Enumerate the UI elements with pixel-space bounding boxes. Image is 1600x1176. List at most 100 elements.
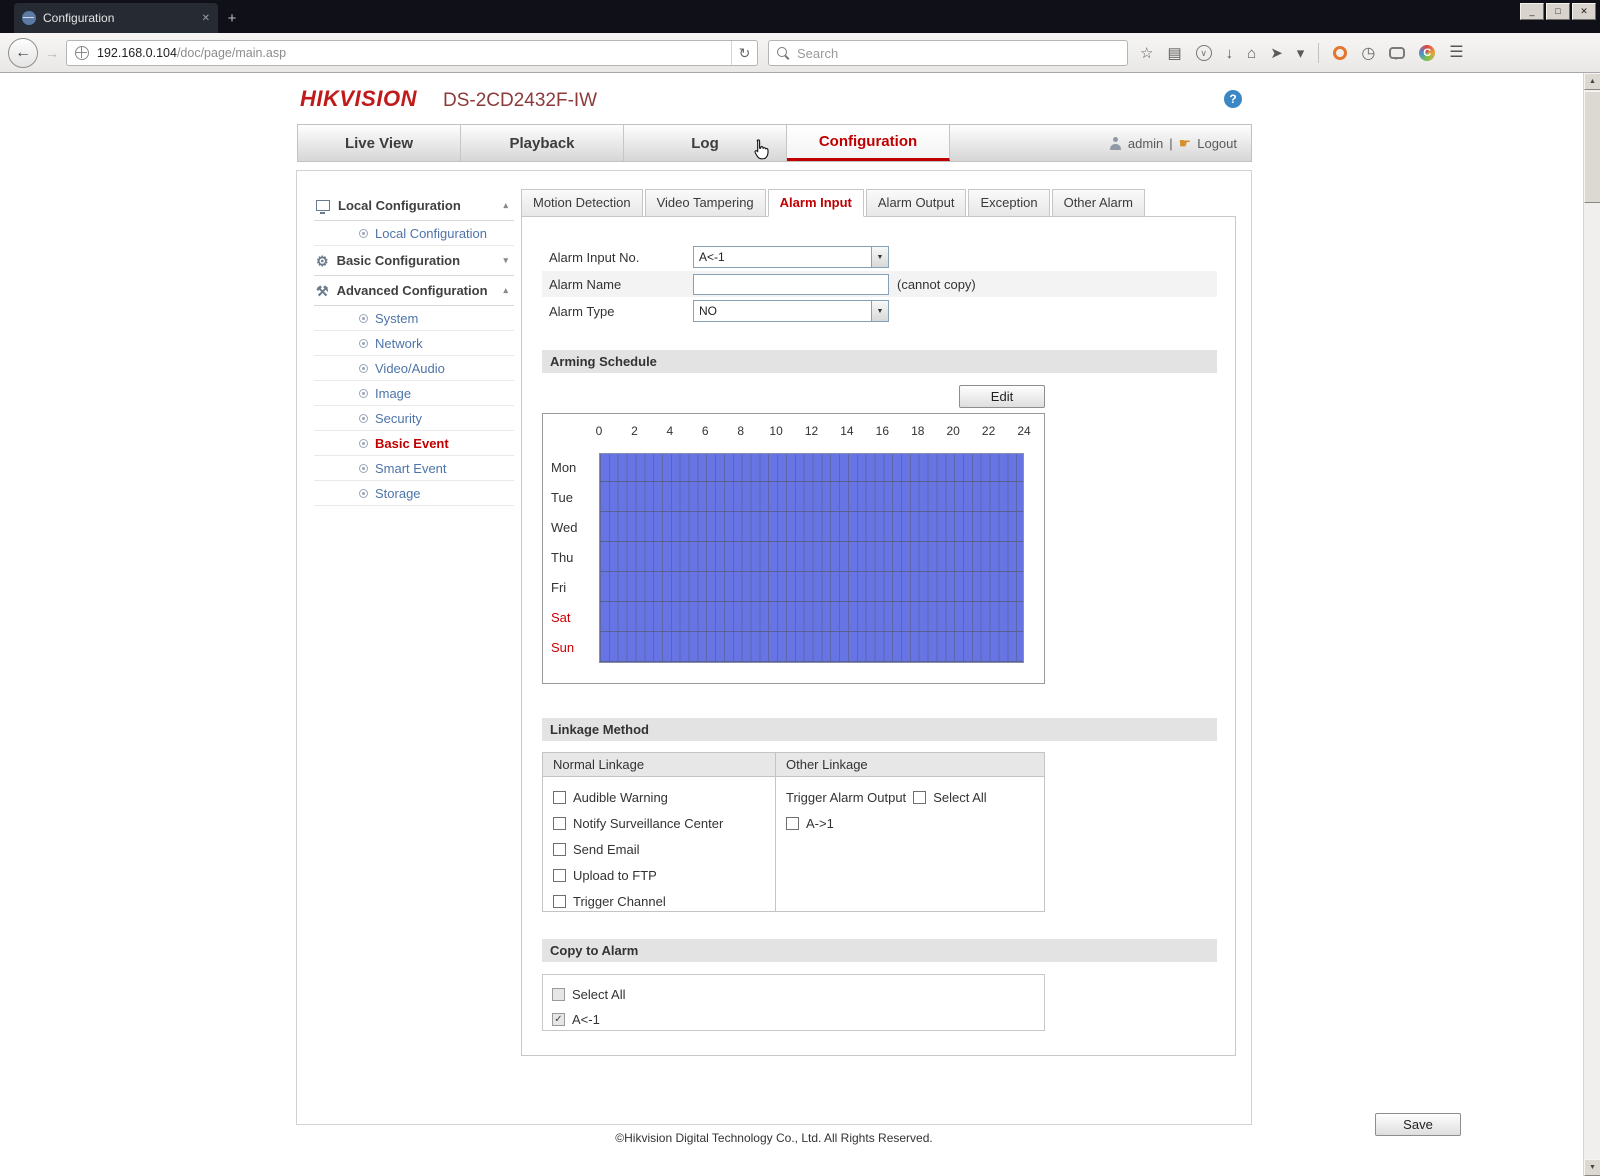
bookmark-star-icon[interactable]: ☆ — [1140, 46, 1153, 61]
alarm-output-a1-checkbox[interactable] — [786, 816, 799, 830]
close-button[interactable]: ✕ — [1572, 3, 1596, 20]
sidebar-item-video-audio[interactable]: Video/Audio — [314, 356, 514, 381]
sidebar-group-advanced-configuration[interactable]: ⚒ Advanced Configuration ▴ — [314, 276, 514, 306]
alarm-input-no-row: Alarm Input No. A<-1 ▼ — [542, 244, 1217, 270]
scroll-down-button[interactable]: ▼ — [1584, 1159, 1600, 1176]
sidebar-group-basic-configuration[interactable]: ⚙ Basic Configuration ▾ — [314, 246, 514, 276]
trigger-channel-checkbox[interactable] — [553, 894, 566, 908]
sidebar-item-image[interactable]: Image — [314, 381, 514, 406]
day-label-thu: Thu — [551, 550, 574, 565]
upload-to-ftp-checkbox[interactable] — [553, 868, 566, 882]
audible-warning-checkbox[interactable] — [553, 790, 566, 804]
sidebar-group-local-configuration[interactable]: Local Configuration ▴ — [314, 191, 514, 221]
downloads-icon[interactable]: ↓ — [1226, 46, 1234, 61]
tab-alarm-output[interactable]: Alarm Output — [865, 189, 967, 217]
checkbox-row-send-email[interactable]: Send Email — [553, 836, 775, 862]
orange-ring-extension-icon[interactable] — [1333, 46, 1348, 60]
notify-surveillance-center-checkbox[interactable] — [553, 816, 566, 830]
reload-button[interactable]: ↻ — [731, 41, 757, 65]
site-identity-globe-icon[interactable] — [75, 46, 89, 60]
copy-a1-row[interactable]: ✓ A<-1 — [552, 1007, 1044, 1032]
nav-tab-configuration[interactable]: Configuration — [787, 125, 950, 161]
sidebar-item-security[interactable]: Security — [314, 406, 514, 431]
tab-video-tampering[interactable]: Video Tampering — [644, 189, 766, 217]
bullet-icon — [359, 313, 368, 323]
back-button[interactable]: ← — [8, 38, 38, 68]
hour-label: 20 — [946, 424, 960, 438]
gear-icon: ⚙ — [316, 252, 329, 269]
alarm-name-row: Alarm Name (cannot copy) — [542, 271, 1217, 297]
search-input[interactable] — [797, 45, 1127, 61]
copy-select-all-row[interactable]: Select All — [552, 982, 1044, 1007]
user-box: admin | ☛ Logout — [1109, 125, 1251, 161]
sidebar-item-network[interactable]: Network — [314, 331, 514, 356]
checkbox-row-trigger-channel[interactable]: Trigger Channel — [553, 888, 775, 914]
send-email-checkbox[interactable] — [553, 842, 566, 856]
overflow-caret-icon[interactable]: ▾ — [1297, 46, 1305, 61]
chat-bubble-extension-icon[interactable] — [1389, 47, 1406, 60]
copy-a1-checkbox[interactable]: ✓ — [552, 1013, 565, 1026]
copy-to-alarm-box: Select All ✓ A<-1 — [542, 974, 1045, 1031]
new-tab-button[interactable]: + — [218, 3, 246, 33]
scroll-up-button[interactable]: ▲ — [1584, 73, 1600, 90]
alarm-type-select[interactable]: NO ▼ — [693, 300, 889, 322]
nav-tab-playback[interactable]: Playback — [461, 125, 624, 161]
url-bar[interactable]: 192.168.0.104/doc/page/main.asp ↻ — [66, 40, 758, 66]
minimize-button[interactable]: _ — [1520, 3, 1544, 20]
select-arrow-icon[interactable]: ▼ — [871, 301, 888, 321]
tab-exception[interactable]: Exception — [968, 189, 1050, 217]
tab-alarm-input[interactable]: Alarm Input — [767, 189, 864, 217]
sidebar-item-label: System — [375, 310, 419, 326]
sidebar-item-storage[interactable]: Storage — [314, 481, 514, 506]
sidebar-item-basic-event[interactable]: Basic Event — [314, 431, 514, 456]
trigger-select-all-checkbox[interactable] — [913, 790, 927, 804]
schedule-grid[interactable] — [599, 453, 1024, 663]
day-label-tue: Tue — [551, 490, 573, 505]
tab-other-alarm[interactable]: Other Alarm — [1051, 189, 1145, 217]
user-separator: | — [1169, 135, 1173, 151]
sidebar-item-system[interactable]: System — [314, 306, 514, 331]
browser-tab[interactable]: Configuration ✕ — [14, 3, 218, 33]
scrollbar-thumb[interactable] — [1584, 91, 1600, 203]
search-bar[interactable] — [768, 40, 1128, 66]
sidebar-item-smart-event[interactable]: Smart Event — [314, 456, 514, 481]
maximize-button[interactable]: □ — [1546, 3, 1570, 20]
checkbox-row-upload-to-ftp[interactable]: Upload to FTP — [553, 862, 775, 888]
edit-schedule-button[interactable]: Edit — [959, 385, 1045, 408]
tab-motion-detection[interactable]: Motion Detection — [521, 189, 643, 217]
forward-button[interactable]: → — [42, 44, 62, 62]
user-icon — [1109, 136, 1122, 150]
sidebar-item-label: Smart Event — [375, 460, 447, 476]
menu-hamburger-icon[interactable]: ☰ — [1449, 45, 1463, 61]
tab-close-icon[interactable]: ✕ — [202, 13, 210, 24]
alarm-type-value: NO — [699, 304, 717, 318]
reading-list-icon[interactable]: ▤ — [1167, 46, 1181, 61]
home-icon[interactable]: ⌂ — [1247, 46, 1256, 61]
alarm-input-no-select[interactable]: A<-1 ▼ — [693, 246, 889, 268]
send-plane-icon[interactable]: ➤ — [1270, 46, 1283, 61]
letter-c-extension-icon[interactable]: C — [1419, 45, 1436, 61]
content-tabs: Motion Detection Video Tampering Alarm I… — [521, 189, 1145, 217]
save-button[interactable]: Save — [1375, 1113, 1461, 1136]
select-arrow-icon[interactable]: ▼ — [871, 247, 888, 267]
alarm-name-input[interactable] — [693, 273, 889, 295]
help-button[interactable]: ? — [1224, 90, 1242, 108]
scrollbar[interactable]: ▲ ▼ — [1583, 73, 1600, 1176]
logout-link[interactable]: Logout — [1197, 136, 1237, 151]
chevron-down-icon: ▾ — [503, 255, 508, 265]
copy-select-all-checkbox[interactable] — [552, 988, 565, 1001]
hikvision-logo: HIKVISION — [300, 86, 417, 111]
clock-extension-icon[interactable]: ◷ — [1361, 43, 1375, 63]
checkbox-label: A<-1 — [572, 1012, 600, 1027]
nav-tab-live-view[interactable]: Live View — [298, 125, 461, 161]
chevron-up-icon: ▴ — [503, 200, 508, 210]
pocket-icon[interactable]: ∨ — [1195, 45, 1212, 61]
sidebar-item-local-configuration[interactable]: Local Configuration — [314, 221, 514, 246]
hour-label: 0 — [595, 424, 603, 438]
device-model-title: DS-2CD2432F-IW — [442, 90, 598, 111]
url-text: 192.168.0.104/doc/page/main.asp — [97, 46, 731, 60]
checkbox-row-a-to-1[interactable]: A->1 — [786, 810, 1044, 836]
checkbox-row-audible-warning[interactable]: Audible Warning — [553, 784, 775, 810]
monitor-icon — [316, 200, 330, 214]
checkbox-row-notify-surveillance-center[interactable]: Notify Surveillance Center — [553, 810, 775, 836]
